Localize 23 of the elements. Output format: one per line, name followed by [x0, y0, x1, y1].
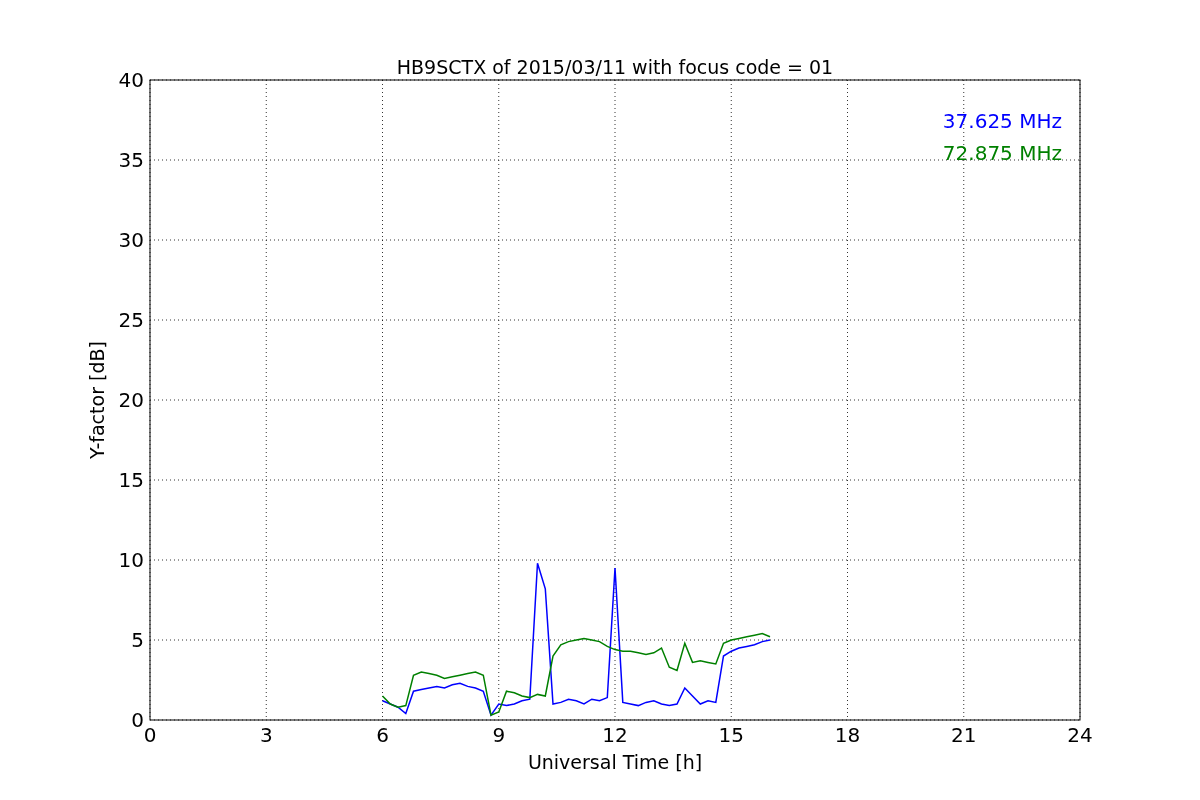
y-tick-label: 40 [118, 68, 144, 92]
chart-title: HB9SCTX of 2015/03/11 with focus code = 01 [396, 56, 834, 78]
x-tick-label: 18 [834, 723, 861, 747]
y-tick-label: 30 [118, 228, 144, 252]
y-axis-label: Y-factor [dB] [86, 341, 108, 459]
y-tick-label: 15 [118, 468, 144, 492]
legend-label: 37.625 MHz [942, 109, 1062, 133]
legend-label: 72.875 MHz [942, 141, 1062, 165]
y-tick-label: 35 [118, 148, 144, 172]
y-tick-label: 25 [118, 308, 144, 332]
x-axis-label: Universal Time [h] [527, 751, 703, 773]
x-tick-label: 24 [1067, 723, 1093, 747]
x-tick-label: 9 [492, 723, 506, 747]
y-tick-label: 5 [131, 628, 144, 652]
x-tick-label: 0 [143, 723, 157, 747]
y-tick-label: 10 [118, 548, 144, 572]
y-tick-label: 0 [131, 708, 144, 732]
x-tick-label: 3 [259, 723, 273, 747]
x-tick-label: 15 [718, 723, 744, 747]
x-tick-label: 12 [602, 723, 628, 747]
x-tick-label: 21 [951, 723, 977, 747]
x-tick-label: 6 [376, 723, 389, 747]
y-tick-label: 20 [118, 388, 144, 412]
